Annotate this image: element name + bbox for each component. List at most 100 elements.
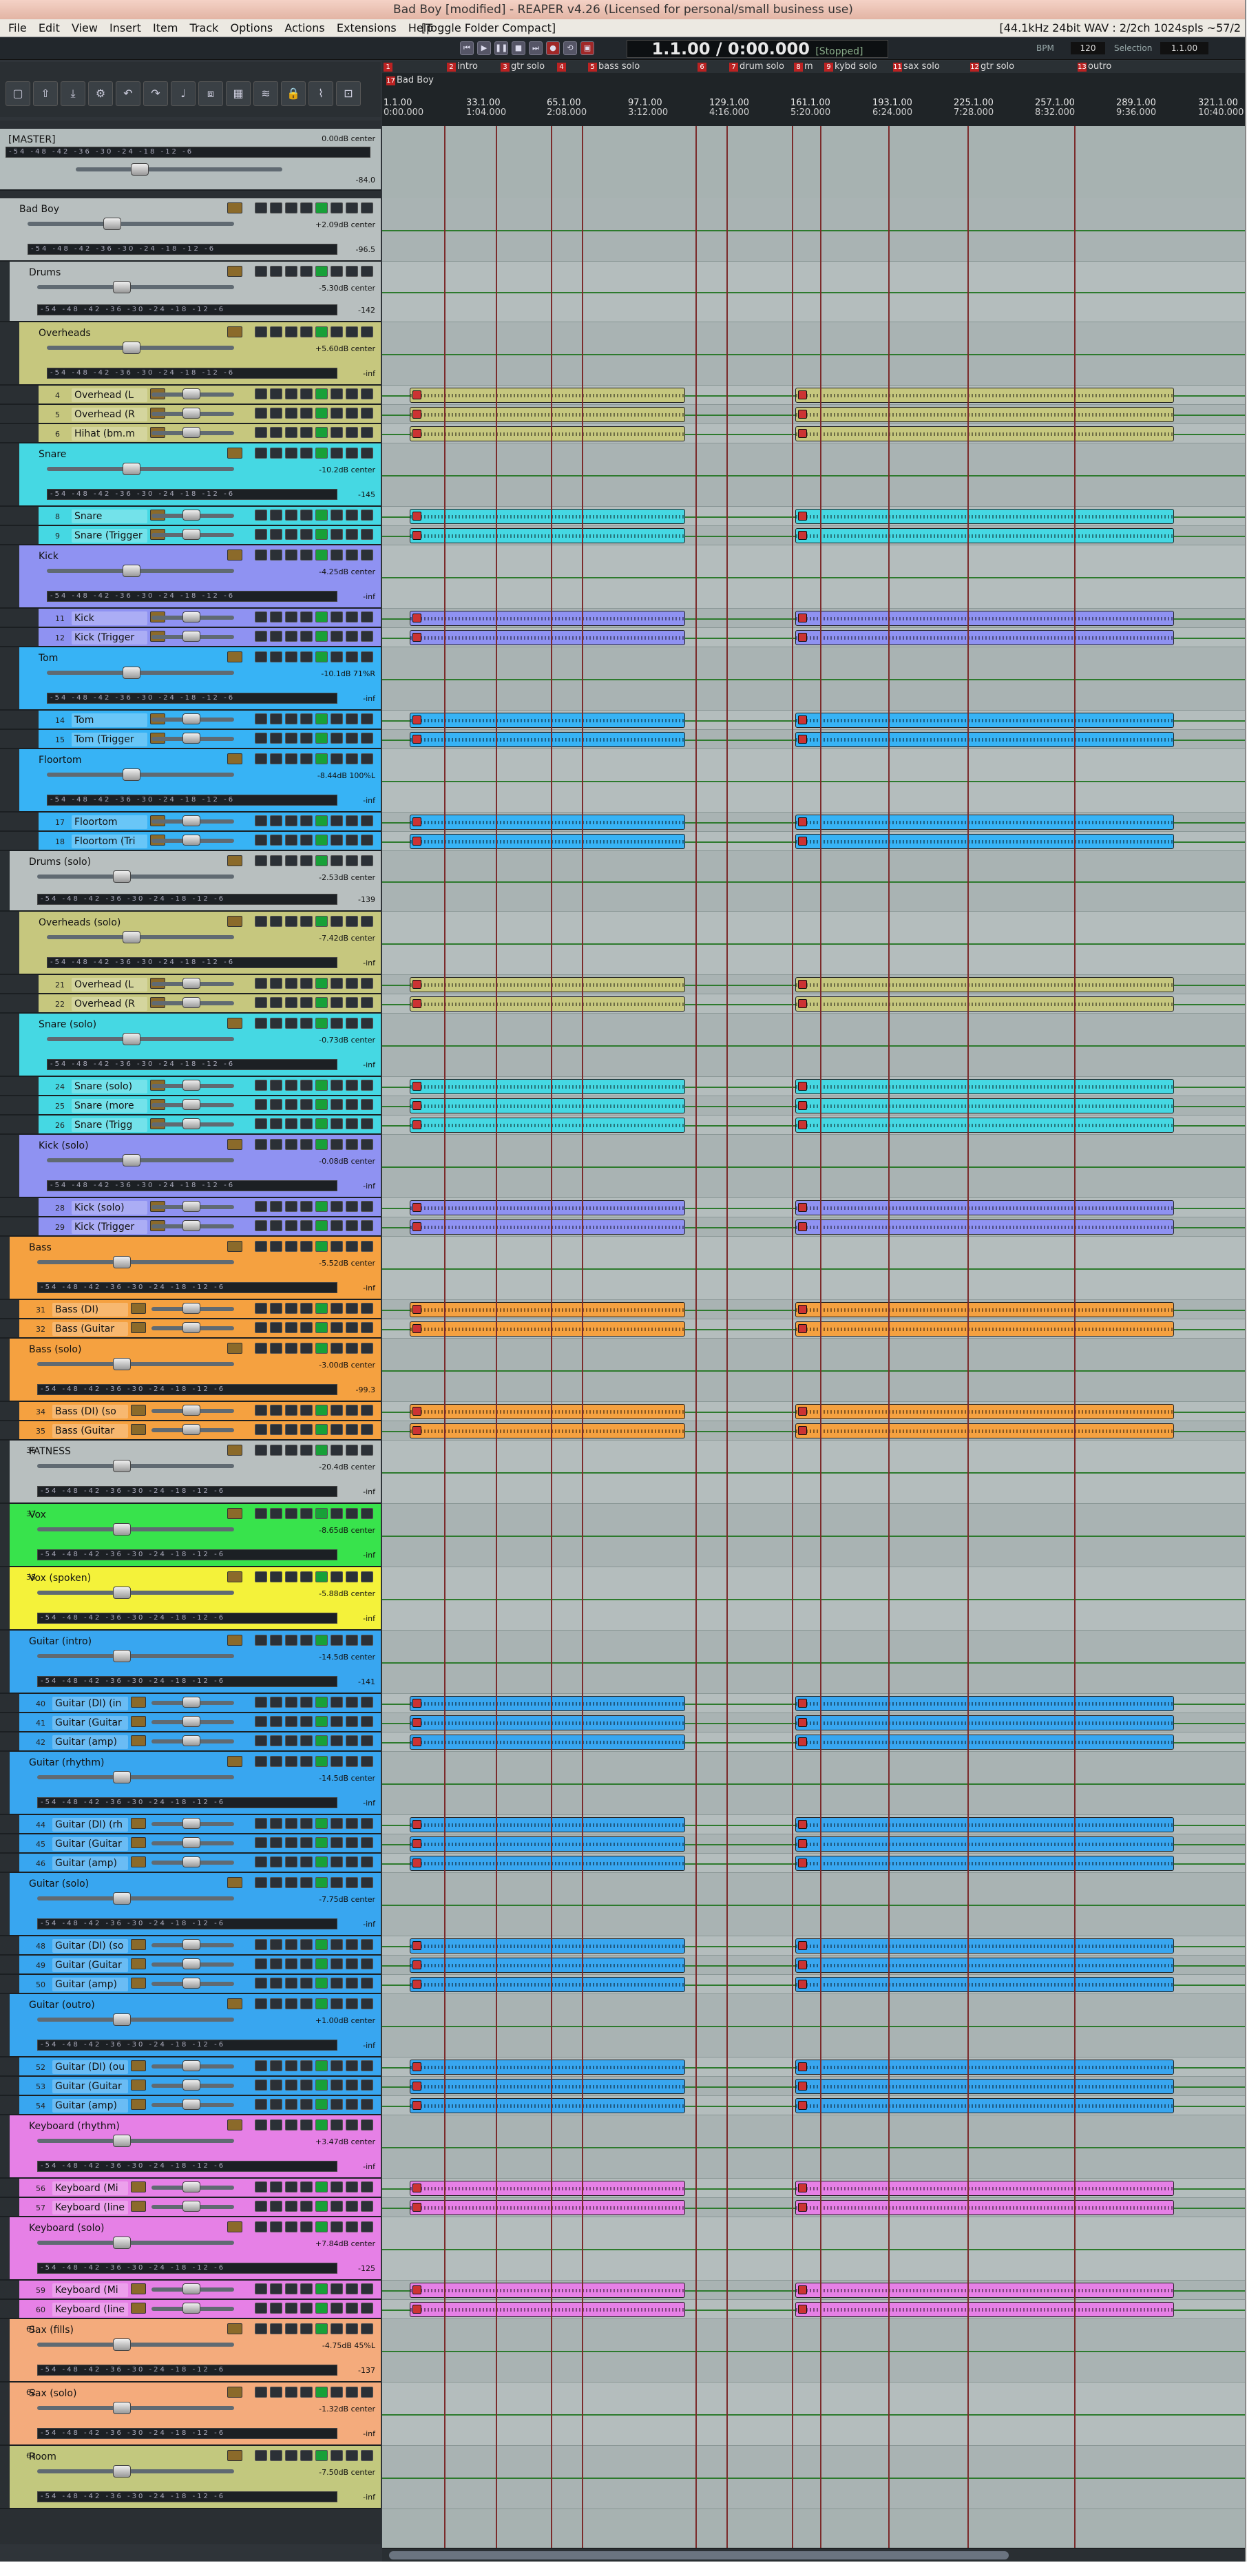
track-56[interactable]: 56 Keyboard (Mi [0, 2179, 381, 2198]
media-item[interactable] [795, 977, 1174, 992]
fx-button[interactable] [131, 1716, 146, 1727]
route-icon[interactable] [255, 1118, 267, 1129]
monitor-icon[interactable] [331, 1201, 343, 1212]
monitor-icon[interactable] [331, 713, 343, 724]
record-arm-icon[interactable] [315, 1635, 328, 1646]
solo-icon[interactable] [361, 1716, 373, 1727]
volume-fader[interactable] [37, 1591, 234, 1595]
mute-icon[interactable] [346, 2283, 358, 2294]
route-icon[interactable] [255, 1877, 267, 1888]
track-name[interactable]: Snare (solo) [72, 1080, 147, 1093]
media-item[interactable] [410, 1696, 685, 1711]
record-arm-icon[interactable] [315, 713, 328, 724]
monitor-icon[interactable] [331, 1571, 343, 1582]
mute-icon[interactable] [346, 408, 358, 419]
mute-icon[interactable] [346, 549, 358, 561]
track-57[interactable]: 57 Keyboard (line [0, 2198, 381, 2217]
item-button-icon[interactable] [412, 531, 421, 540]
io-icon[interactable] [285, 2387, 297, 2398]
monitor-icon[interactable] [331, 611, 343, 622]
track-lane[interactable] [382, 526, 1245, 545]
envelope-icon[interactable] [270, 2060, 282, 2071]
io-icon[interactable] [285, 427, 297, 438]
route-icon[interactable] [255, 1018, 267, 1029]
monitor-icon[interactable] [331, 326, 343, 337]
record-arm-icon[interactable] [315, 388, 328, 399]
track-name[interactable]: FATNESS [26, 1445, 233, 1458]
route-icon[interactable] [255, 1424, 267, 1435]
track-lane[interactable] [382, 1014, 1245, 1077]
route-icon[interactable] [255, 1818, 267, 1829]
track-21[interactable]: 21 Overhead (L [0, 975, 381, 994]
menu-view[interactable]: View [72, 21, 98, 34]
mute-icon[interactable] [346, 713, 358, 724]
phase-icon[interactable] [300, 2221, 313, 2232]
menu-track[interactable]: Track [190, 21, 219, 34]
route-icon[interactable] [255, 1856, 267, 1867]
track-8[interactable]: 8 Snare [0, 507, 381, 526]
record-arm-icon[interactable] [315, 448, 328, 459]
route-icon[interactable] [255, 1080, 267, 1091]
phase-icon[interactable] [300, 1445, 313, 1456]
envelope-icon[interactable] [270, 1241, 282, 1252]
record-arm-icon[interactable] [315, 1756, 328, 1767]
region-2[interactable]: 2 intro [445, 62, 478, 72]
fx-button[interactable] [131, 2080, 146, 2091]
volume-knob[interactable] [182, 2099, 200, 2110]
toggle-folder-compact[interactable]: [Toggle Folder Compact] [421, 19, 556, 37]
track-lane[interactable] [382, 2179, 1245, 2198]
region-lane[interactable]: 1 2 intro 3 gtr solo 4 5 bass solo 6 7 drum solo 8 m… [382, 61, 1245, 73]
envelope-icon[interactable] [270, 1220, 282, 1231]
item-button-icon[interactable] [798, 1203, 807, 1212]
volume-knob[interactable] [123, 1033, 140, 1045]
io-icon[interactable] [285, 549, 297, 561]
phase-icon[interactable] [300, 1877, 313, 1888]
io-icon[interactable] [285, 2099, 297, 2110]
envelope-icon[interactable] [270, 1958, 282, 1969]
io-icon[interactable] [285, 1818, 297, 1829]
item-button-icon[interactable] [412, 1324, 421, 1333]
go-start-icon[interactable]: ⏮ [460, 41, 474, 55]
solo-icon[interactable] [361, 733, 373, 744]
track-lane[interactable] [382, 1237, 1245, 1300]
io-icon[interactable] [285, 2283, 297, 2294]
phase-icon[interactable] [300, 266, 313, 277]
volume-knob[interactable] [182, 2080, 200, 2091]
selection-field[interactable]: 1.1.00 [1160, 42, 1208, 54]
io-icon[interactable] [285, 1508, 297, 1519]
track-name[interactable]: Keyboard (line [52, 2201, 128, 2214]
io-icon[interactable] [285, 529, 297, 540]
monitor-icon[interactable] [331, 2099, 343, 2110]
menu-options[interactable]: Options [230, 21, 273, 34]
record-arm-icon[interactable] [315, 510, 328, 521]
phase-icon[interactable] [300, 611, 313, 622]
track-name[interactable]: Guitar (Guitar [52, 1837, 128, 1851]
media-item[interactable] [410, 1938, 685, 1954]
media-item[interactable] [795, 2181, 1174, 2196]
item-button-icon[interactable] [798, 837, 807, 846]
phase-icon[interactable] [300, 2303, 313, 2314]
solo-icon[interactable] [361, 448, 373, 459]
phase-icon[interactable] [300, 815, 313, 826]
solo-icon[interactable] [361, 2387, 373, 2398]
mute-icon[interactable] [346, 1018, 358, 1029]
track-name[interactable]: Kick (Trigger [72, 631, 147, 645]
volume-envelope[interactable] [382, 2414, 1245, 2416]
volume-fader[interactable] [28, 222, 234, 226]
monitor-icon[interactable] [331, 1856, 343, 1867]
solo-icon[interactable] [361, 1958, 373, 1969]
monitor-icon[interactable] [331, 916, 343, 927]
volume-envelope[interactable] [382, 1536, 1245, 1537]
item-button-icon[interactable] [798, 1737, 807, 1746]
mute-icon[interactable] [346, 855, 358, 866]
volume-knob[interactable] [182, 388, 200, 399]
mute-icon[interactable] [346, 510, 358, 521]
media-item[interactable] [795, 732, 1174, 747]
media-item[interactable] [795, 1715, 1174, 1730]
media-item[interactable] [795, 611, 1174, 626]
track-15[interactable]: 15 Tom (Trigger [0, 730, 381, 749]
phase-icon[interactable] [300, 549, 313, 561]
track-47[interactable]: Guitar (solo) -7.75dB center -54 -48 -42 -… [0, 1873, 381, 1936]
route-icon[interactable] [255, 2060, 267, 2071]
track-lane[interactable] [382, 832, 1245, 851]
